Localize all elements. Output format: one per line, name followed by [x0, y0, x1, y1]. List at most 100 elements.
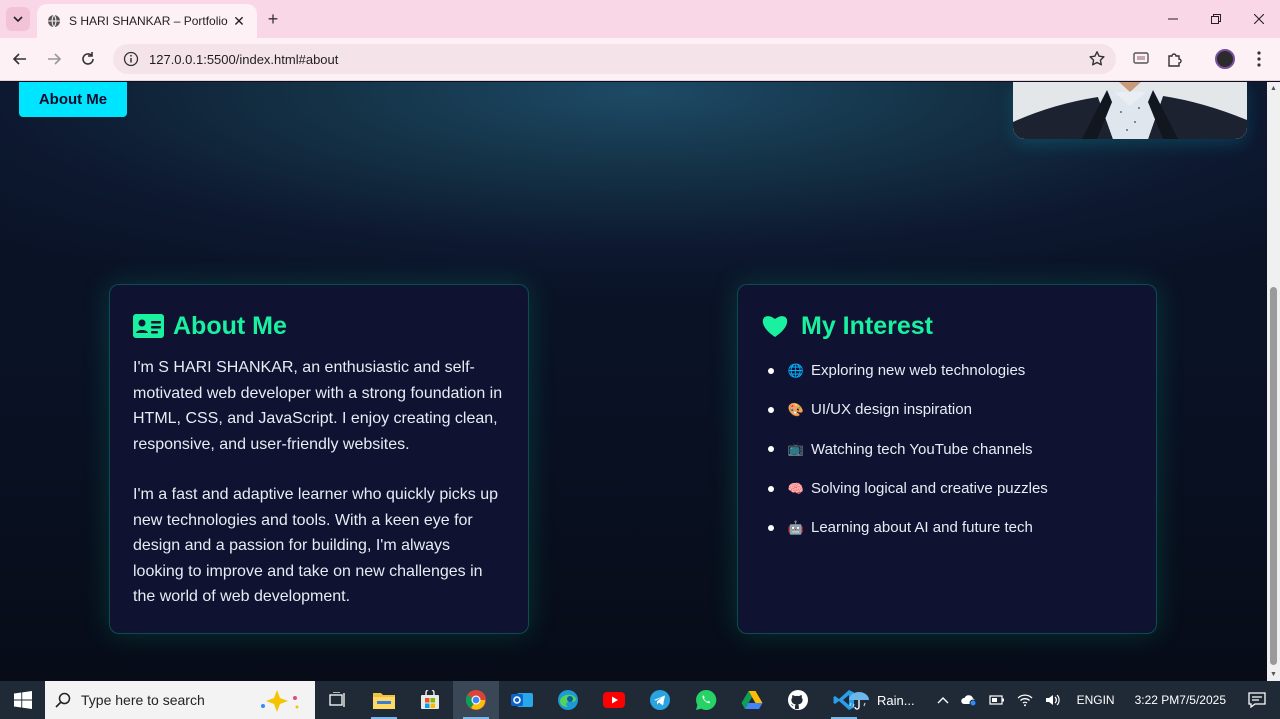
about-paragraph-2: I'm a fast and adaptive learner who quic… [133, 486, 499, 605]
lang-code: ENG [1076, 693, 1103, 707]
search-icon [55, 692, 71, 708]
about-paragraph-1: I'm S HARI SHANKAR, an enthusiastic and … [133, 359, 503, 453]
lang-region: IN [1102, 693, 1115, 707]
browser-toolbar: 127.0.0.1:5500/index.html#about [0, 38, 1280, 81]
heart-icon [761, 313, 793, 339]
system-tray: Rain... ENG IN 3:22 PM 7/5/2025 [841, 681, 1280, 719]
edge-icon [558, 690, 578, 710]
id-card-icon [133, 313, 165, 339]
new-tab-button[interactable]: + [262, 8, 284, 30]
outlook-icon [511, 693, 533, 707]
tab-close-icon[interactable]: ✕ [231, 13, 247, 30]
nav-about-button[interactable]: About Me [19, 82, 127, 117]
start-button[interactable] [0, 681, 45, 719]
url-text: 127.0.0.1:5500/index.html#about [149, 51, 339, 67]
interest-text: UI/UX design inspiration [811, 401, 972, 419]
folder-icon [373, 693, 395, 709]
arrow-right-icon [48, 53, 62, 65]
close-window-button[interactable] [1237, 0, 1280, 38]
notification-icon[interactable] [1248, 692, 1266, 708]
interest-text: Watching tech YouTube channels [811, 440, 1033, 458]
reload-icon [82, 52, 94, 65]
tray-overflow-chevron-icon[interactable] [937, 696, 949, 704]
chrome-icon [465, 690, 486, 710]
list-item: 🎨 UI/UX design inspiration [761, 390, 1133, 429]
about-card: About Me I'm S HARI SHANKAR, an enthusia… [109, 284, 529, 634]
ms-store-button[interactable] [407, 681, 453, 719]
youtube-button[interactable] [591, 681, 637, 719]
page-viewport: About Me About Me I'm S HARI SHANKAR, an… [0, 82, 1267, 681]
back-button[interactable] [8, 47, 32, 71]
minimize-icon [1167, 18, 1178, 20]
about-heading: About Me [173, 311, 287, 340]
tab-search-button[interactable] [6, 7, 30, 31]
weather-text: Rain... [876, 692, 915, 708]
interest-card: My Interest 🌐 Exploring new web technolog… [737, 284, 1157, 634]
github-button[interactable] [775, 681, 821, 719]
google-drive-icon [741, 691, 763, 709]
search-placeholder: Type here to search [81, 692, 205, 708]
google-drive-button[interactable] [729, 681, 775, 719]
wifi-icon[interactable] [1017, 693, 1033, 707]
sparkle-icon [261, 690, 299, 712]
globe-icon [47, 14, 61, 28]
outlook-button[interactable] [499, 681, 545, 719]
volume-icon[interactable] [1045, 693, 1061, 707]
minimize-button[interactable] [1151, 0, 1194, 38]
task-view-icon [329, 692, 345, 707]
whatsapp-icon [696, 689, 717, 710]
whatsapp-button[interactable] [683, 681, 729, 719]
list-item: 🌐 Exploring new web technologies [761, 351, 1133, 390]
palette-emoji-icon: 🎨 [787, 401, 805, 417]
scroll-up-icon[interactable]: ▲ [1270, 85, 1277, 92]
extensions-puzzle-icon[interactable] [1165, 49, 1185, 69]
language-indicator[interactable]: ENG IN [1077, 692, 1115, 708]
chevron-down-icon [13, 16, 23, 23]
list-item: 📺 Watching tech YouTube channels [761, 430, 1133, 469]
reload-button[interactable] [76, 47, 100, 71]
clock[interactable]: 3:22 PM 7/5/2025 [1135, 692, 1226, 708]
rain-umbrella-icon [848, 692, 869, 710]
robot-emoji-icon: 🤖 [787, 519, 805, 535]
more-menu-icon[interactable] [1249, 49, 1269, 69]
interest-list: 🌐 Exploring new web technologies 🎨 UI/UX d… [761, 351, 1133, 547]
restore-icon [1210, 14, 1221, 24]
list-item: 🤖 Learning about AI and future tech [761, 508, 1133, 547]
chrome-button[interactable] [453, 681, 499, 719]
bookmark-star-icon[interactable] [1088, 50, 1106, 68]
clock-time: 3:22 PM [1134, 693, 1180, 707]
interest-text: Solving logical and creative puzzles [811, 480, 1048, 498]
forward-button[interactable] [42, 47, 66, 71]
close-icon [1253, 14, 1264, 24]
browser-tabbar: S HARI SHANKAR – Portfolio ✕ + [0, 0, 1280, 38]
page-scrollbar[interactable]: ▲ ▼ [1267, 82, 1280, 681]
interest-text: Learning about AI and future tech [811, 519, 1033, 537]
clock-date: 7/5/2025 [1179, 693, 1226, 707]
interest-text: Exploring new web technologies [811, 362, 1026, 380]
scroll-down-icon[interactable]: ▼ [1270, 671, 1277, 678]
address-bar[interactable]: 127.0.0.1:5500/index.html#about [113, 44, 1116, 74]
globe-emoji-icon: 🌐 [787, 362, 805, 378]
weather-widget[interactable]: Rain... [847, 689, 915, 711]
browser-tab-active[interactable]: S HARI SHANKAR – Portfolio ✕ [37, 4, 257, 38]
telegram-icon [650, 690, 670, 710]
profile-avatar[interactable] [1215, 49, 1235, 69]
scrollbar-thumb[interactable] [1270, 287, 1277, 665]
windows-taskbar: Type here to search Rain... ENG IN 3:22 … [0, 681, 1280, 719]
onedrive-icon[interactable] [960, 693, 977, 707]
windows-logo-icon [13, 691, 32, 709]
telegram-button[interactable] [637, 681, 683, 719]
cast-icon[interactable] [1131, 49, 1151, 69]
edge-button[interactable] [545, 681, 591, 719]
github-icon [788, 690, 808, 710]
site-info-icon[interactable] [123, 51, 139, 67]
youtube-icon [603, 692, 625, 708]
taskbar-search[interactable]: Type here to search [45, 681, 315, 719]
tab-title: S HARI SHANKAR – Portfolio [69, 14, 228, 28]
arrow-left-icon [12, 53, 26, 65]
profile-photo [1013, 82, 1247, 139]
battery-icon[interactable] [988, 694, 1005, 706]
file-explorer-button[interactable] [361, 681, 407, 719]
restore-button[interactable] [1194, 0, 1237, 38]
task-view-button[interactable] [315, 681, 361, 719]
